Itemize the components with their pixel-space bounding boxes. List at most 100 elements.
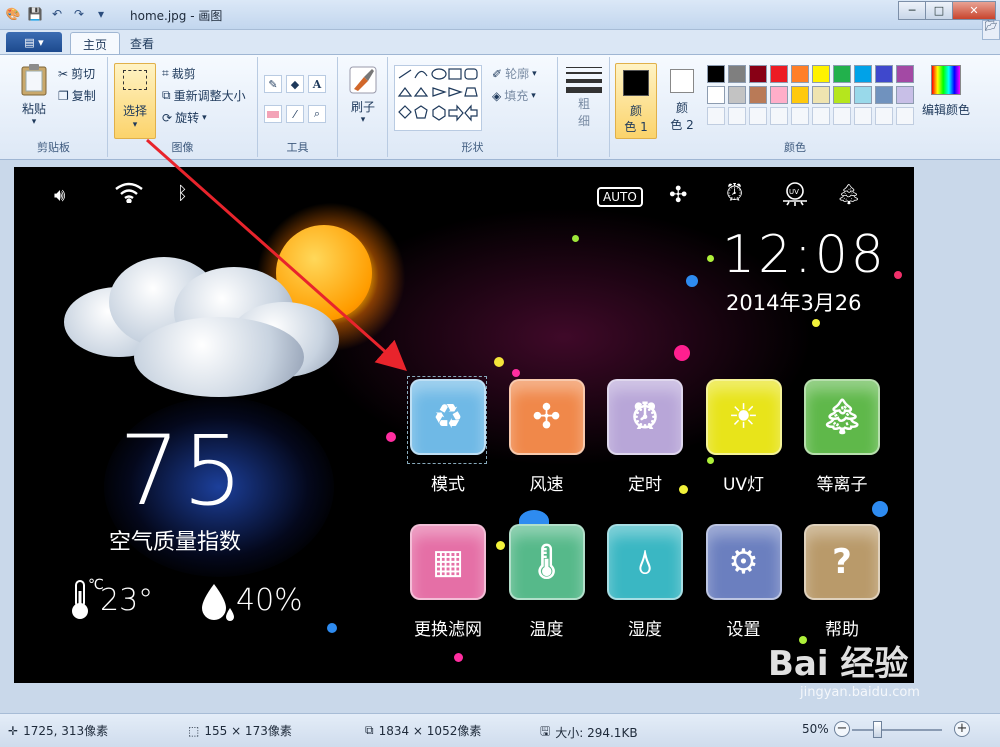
- edit-colors-button[interactable]: 编辑颜色: [918, 65, 974, 118]
- customize-qat-icon[interactable]: ▾: [92, 5, 110, 23]
- colors-group-label: 颜色: [784, 141, 806, 154]
- tile-timer[interactable]: ⏰︎: [607, 379, 683, 455]
- palette-swatch[interactable]: [707, 65, 725, 83]
- crop-icon: ⌗: [162, 66, 169, 80]
- palette-swatch[interactable]: [812, 86, 830, 104]
- custom-color-slot[interactable]: [812, 107, 830, 125]
- cut-button[interactable]: ✂ 剪切: [58, 65, 95, 82]
- pencil-icon[interactable]: ✎: [264, 75, 282, 93]
- color1-button[interactable]: 颜 色 1: [615, 63, 657, 139]
- custom-color-slot[interactable]: [875, 107, 893, 125]
- tab-view[interactable]: 查看: [118, 32, 166, 54]
- tile-uv-lamp[interactable]: ☀: [705, 379, 782, 455]
- particle-dot: [812, 319, 820, 327]
- palette-swatch[interactable]: [728, 86, 746, 104]
- palette-swatch[interactable]: [896, 65, 914, 83]
- palette-swatch[interactable]: [728, 65, 746, 83]
- palette-swatch[interactable]: [749, 65, 767, 83]
- palette-swatch[interactable]: [833, 65, 851, 83]
- outline-icon: ✐: [492, 66, 503, 81]
- particle-dot: [707, 255, 714, 262]
- color-picker-icon[interactable]: ⁄: [286, 105, 304, 123]
- custom-color-slot[interactable]: [707, 107, 725, 125]
- zoom-slider-track[interactable]: [852, 729, 942, 731]
- copy-button[interactable]: ❐ 复制: [58, 87, 96, 104]
- selection-size: ⬚ 155 × 173像素: [188, 722, 292, 739]
- paint-app-icon[interactable]: 🎨: [4, 5, 22, 23]
- size-button[interactable]: 粗 细: [566, 65, 602, 129]
- zoom-slider-thumb[interactable]: [873, 721, 882, 738]
- text-tool-icon[interactable]: A: [308, 75, 326, 93]
- image-canvas[interactable]: 🔊︎ ᛒ AUTO ✣ ⏰︎ UV 🌲︎ 12:08 2014年3月26 75 …: [14, 167, 914, 683]
- palette-swatch[interactable]: [791, 65, 809, 83]
- folder-icon[interactable]: 📂︎: [982, 20, 1000, 40]
- minimize-button[interactable]: ─: [898, 1, 926, 20]
- paste-button[interactable]: 粘贴 ▾: [14, 63, 54, 127]
- fill-bucket-icon[interactable]: ◆: [286, 75, 304, 93]
- palette-swatch[interactable]: [875, 65, 893, 83]
- custom-color-slot[interactable]: [728, 107, 746, 125]
- window-title: home.jpg - 画图: [130, 9, 223, 23]
- palette-swatch[interactable]: [770, 65, 788, 83]
- custom-color-slot[interactable]: [833, 107, 851, 125]
- custom-color-slot[interactable]: [791, 107, 809, 125]
- redo-icon[interactable]: ↷: [70, 5, 88, 23]
- paint-menu-button[interactable]: ▤ ▾: [6, 32, 62, 52]
- tile-help[interactable]: ?: [804, 524, 880, 600]
- outline-button[interactable]: ✐ 轮廓 ▾: [492, 65, 537, 82]
- undo-icon[interactable]: ↶: [48, 5, 66, 23]
- palette-swatch[interactable]: [749, 86, 767, 104]
- rotate-button[interactable]: ⟳ 旋转 ▾: [162, 109, 207, 126]
- resize-icon: ⧉: [162, 88, 171, 102]
- palette-swatch[interactable]: [896, 86, 914, 104]
- select-button[interactable]: 选择 ▾: [114, 63, 156, 139]
- custom-color-slot[interactable]: [896, 107, 914, 125]
- palette-swatch[interactable]: [854, 86, 872, 104]
- tile-humidity[interactable]: 💧︎: [607, 524, 683, 600]
- custom-color-slot[interactable]: [749, 107, 767, 125]
- file-size-text: 大小: 294.1KB: [555, 726, 638, 740]
- tile-temperature[interactable]: 🌡︎: [508, 524, 585, 600]
- eraser-icon[interactable]: [264, 105, 282, 123]
- zoom-in-button[interactable]: +: [954, 721, 970, 737]
- particle-dot: [386, 432, 396, 442]
- palette-swatch[interactable]: [854, 65, 872, 83]
- particle-dot: [572, 235, 579, 242]
- shapes-gallery[interactable]: [394, 65, 482, 131]
- particle-dot: [512, 369, 520, 377]
- crop-button[interactable]: ⌗ 裁剪: [162, 65, 196, 82]
- filter-replace-icon: ▦: [431, 542, 465, 582]
- right-edge-panel: 📂︎: [980, 0, 1000, 747]
- tab-home[interactable]: 主页: [70, 32, 121, 54]
- palette-swatch[interactable]: [875, 86, 893, 104]
- maximize-button[interactable]: □: [925, 1, 953, 20]
- image-size-text: 1834 × 1052像素: [378, 724, 482, 738]
- resize-button[interactable]: ⧉ 重新调整大小: [162, 87, 246, 104]
- custom-color-slot[interactable]: [770, 107, 788, 125]
- tile-settings[interactable]: ⚙: [705, 524, 782, 600]
- aqi-value: 75: [119, 415, 246, 527]
- palette-swatch[interactable]: [770, 86, 788, 104]
- brushes-button[interactable]: 刷子 ▾: [344, 65, 382, 125]
- palette-swatch[interactable]: [707, 86, 725, 104]
- tile-filter[interactable]: ▦: [410, 524, 486, 600]
- palette-swatch[interactable]: [833, 86, 851, 104]
- save-icon[interactable]: 💾: [26, 5, 44, 23]
- uv-lamp-icon: UV: [779, 181, 811, 212]
- cursor-position: ✛ 1725, 313像素: [8, 722, 108, 739]
- color2-button[interactable]: 颜 色 2: [662, 63, 702, 139]
- palette-swatch[interactable]: [791, 86, 809, 104]
- magnifier-icon[interactable]: ⌕: [308, 105, 326, 123]
- size-label-bottom: 细: [577, 114, 590, 128]
- selection-rectangle[interactable]: [407, 376, 487, 464]
- tile-fan-speed[interactable]: ✣: [508, 379, 585, 455]
- tile-ionizer[interactable]: 🌲︎: [804, 379, 880, 455]
- custom-color-slot[interactable]: [854, 107, 872, 125]
- fill-button[interactable]: ◈ 填充 ▾: [492, 87, 536, 104]
- palette-swatch[interactable]: [812, 65, 830, 83]
- fill-label: 填充: [504, 89, 529, 103]
- resize-label: 重新调整大小: [173, 89, 246, 103]
- zoom-out-button[interactable]: −: [834, 721, 850, 737]
- disk-icon: 🖫: [540, 724, 551, 738]
- clock-time: 12:08: [722, 225, 887, 285]
